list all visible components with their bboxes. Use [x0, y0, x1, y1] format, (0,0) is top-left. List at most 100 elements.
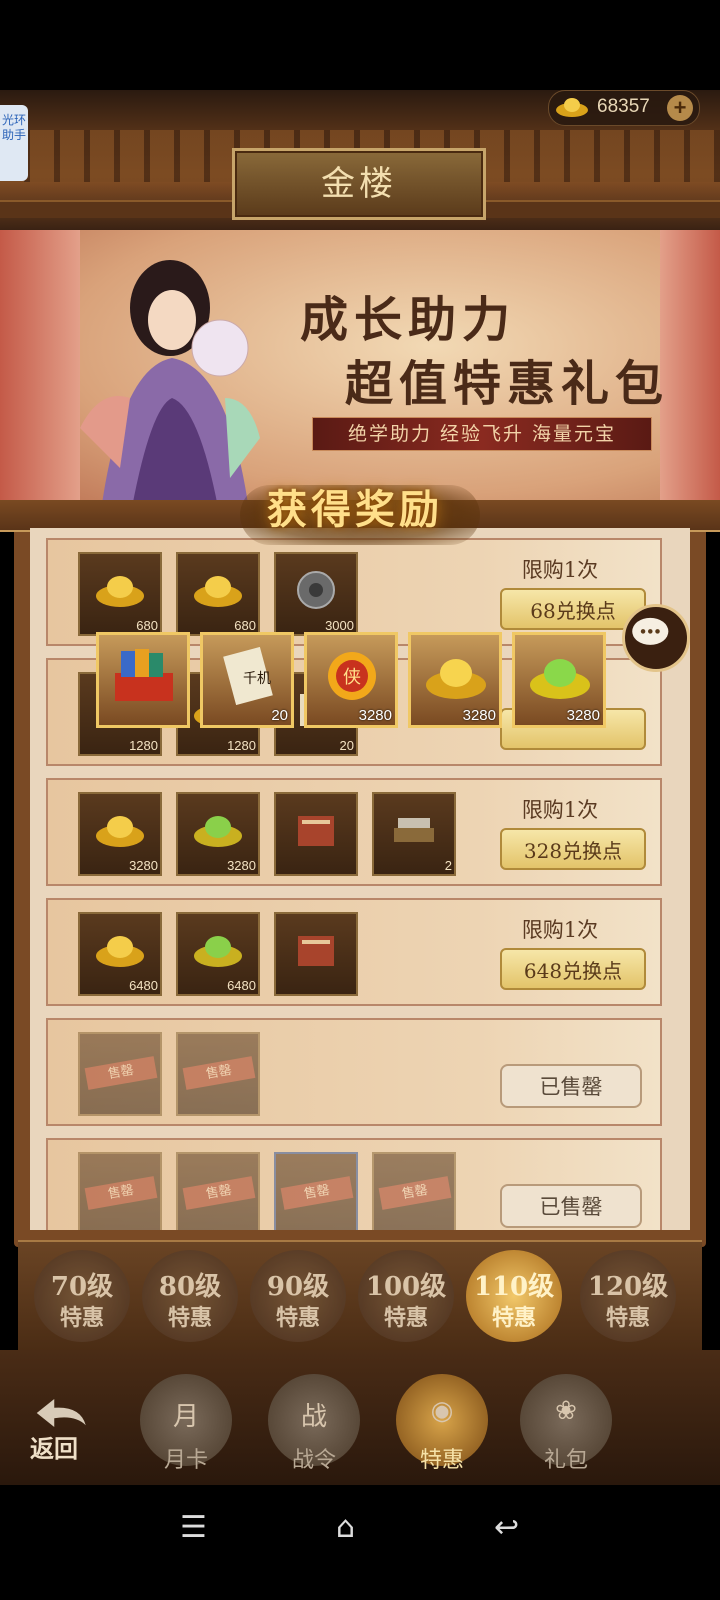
tier-level: 100级: [365, 1272, 447, 1302]
sold-out-button: 已售罄: [500, 1064, 642, 1108]
reward-item[interactable]: 千机 20: [200, 632, 294, 728]
item-slot[interactable]: 3000: [274, 552, 358, 636]
tier-tab-120[interactable]: 120级 特惠: [580, 1250, 676, 1342]
sold-out-tag: 售罄: [84, 1056, 158, 1090]
item-slot[interactable]: [274, 912, 358, 996]
tier-tab-80[interactable]: 80级 特惠: [142, 1250, 238, 1342]
title-plaque: 金楼: [232, 148, 486, 220]
tier-level: 120级: [587, 1272, 669, 1302]
nav-tab-special-offer[interactable]: ◉ 特惠: [396, 1374, 488, 1473]
currency-display: 68357 +: [548, 90, 700, 126]
reward-quantity: 3280: [462, 707, 496, 724]
sold-out-tag: 售罄: [182, 1176, 256, 1210]
exchange-button[interactable]: 328兑换点: [500, 828, 646, 870]
jade-ingot-icon: [194, 936, 242, 967]
banner-headline-1: 成长助力: [300, 292, 517, 348]
chat-bubble-button[interactable]: [622, 604, 690, 672]
svg-text:千机: 千机: [243, 671, 271, 687]
item-slot[interactable]: 680: [78, 552, 162, 636]
package-row: 6480 6480 限购1次 648兑换点: [46, 898, 662, 1006]
menu-icon[interactable]: ☰: [180, 1510, 207, 1545]
reward-quantity: 20: [271, 707, 288, 724]
nav-tab-label: 特惠: [419, 1448, 464, 1473]
banner-subtitle: 绝学助力 经验飞升 海量元宝: [312, 417, 652, 451]
reward-item[interactable]: [96, 632, 190, 728]
item-quantity: 2: [444, 858, 452, 873]
back-button[interactable]: 返回: [28, 1395, 108, 1465]
nav-tab-monthly-card[interactable]: 月 月卡: [140, 1374, 232, 1473]
character-illustration: [80, 260, 260, 518]
page-title: 金楼: [321, 164, 397, 204]
chat-icon: [632, 617, 669, 645]
back-arrow-icon: [36, 1399, 86, 1427]
sold-out-button: 已售罄: [500, 1184, 642, 1228]
gold-ingot-icon: [96, 936, 144, 967]
item-slot[interactable]: [274, 792, 358, 876]
purchase-limit: 限购1次: [521, 798, 599, 822]
tier-level: 90级: [266, 1272, 330, 1302]
tier-label: 特惠: [491, 1305, 536, 1331]
book-stack-icon: [298, 816, 334, 846]
item-slot[interactable]: 3280: [78, 792, 162, 876]
item-quantity: 3280: [227, 858, 256, 873]
item-slot[interactable]: 6480: [78, 912, 162, 996]
nav-tab-label: 月卡: [163, 1448, 208, 1473]
card-chest-icon: [115, 649, 173, 701]
tier-level: 110级: [473, 1272, 555, 1302]
reward-items-popup[interactable]: 千机 20 侠 3280 3280 3280: [96, 632, 616, 732]
tier-tab-90[interactable]: 90级 特惠: [250, 1250, 346, 1342]
reward-item[interactable]: 侠 3280: [304, 632, 398, 728]
purchase-limit: 限购1次: [521, 558, 599, 582]
back-label: 返回: [30, 1434, 78, 1463]
reward-quantity: 3280: [358, 707, 392, 724]
jade-ingot-icon: [530, 659, 590, 699]
item-slot[interactable]: 2: [372, 792, 456, 876]
home-icon[interactable]: ⌂: [336, 1510, 355, 1545]
item-slot[interactable]: 3280: [176, 792, 260, 876]
system-back-icon[interactable]: ↩: [494, 1510, 519, 1545]
add-currency-button[interactable]: +: [667, 95, 693, 121]
item-quantity: 3000: [325, 618, 354, 633]
item-quantity: 3280: [129, 858, 158, 873]
item-quantity: 6480: [129, 978, 158, 993]
item-slot: 售罄: [78, 1032, 162, 1116]
tier-tab-110[interactable]: 110级 特惠: [466, 1250, 562, 1342]
tier-label: 特惠: [383, 1305, 428, 1331]
bottom-nav: [0, 1350, 720, 1485]
item-slot: 售罄: [372, 1152, 456, 1230]
item-slot: 售罄: [176, 1032, 260, 1116]
tier-tab-100[interactable]: 100级 特惠: [358, 1250, 454, 1342]
package-row: 3280 3280 2 限购1次 328兑换点: [46, 778, 662, 886]
item-slot[interactable]: 680: [176, 552, 260, 636]
nav-tab-battle-pass[interactable]: 战 战令: [268, 1374, 360, 1473]
item-slot[interactable]: 6480: [176, 912, 260, 996]
item-quantity: 680: [234, 618, 256, 633]
gold-ingot-icon: [426, 659, 486, 699]
book-stack-icon: [298, 936, 334, 966]
reward-quantity: 3280: [566, 707, 600, 724]
item-slot: 售罄: [274, 1152, 358, 1230]
item-quantity: 680: [136, 618, 158, 633]
tier-label: 特惠: [59, 1305, 104, 1331]
nav-tab-gift-pack[interactable]: ❀ 礼包: [520, 1374, 612, 1473]
tier-tab-70[interactable]: 70级 特惠: [34, 1250, 130, 1342]
sold-out-tag: 售罄: [280, 1176, 354, 1210]
exchange-button[interactable]: 648兑换点: [500, 948, 646, 990]
package-row: 680 680 3000 限购1次 68兑换点: [46, 538, 662, 646]
item-slot: 售罄: [176, 1152, 260, 1230]
system-nav-bar: [0, 1485, 720, 1600]
status-bar-area: [0, 0, 720, 90]
sold-out-tag: 售罄: [378, 1176, 452, 1210]
item-slot: 售罄: [78, 1152, 162, 1230]
item-quantity: 20: [339, 738, 354, 753]
nav-tab-label: 礼包: [543, 1448, 588, 1473]
nav-tab-label: 战令: [291, 1448, 336, 1473]
helper-floating-tab[interactable]: 光环助手: [0, 105, 28, 181]
purchase-limit: 限购1次: [521, 918, 599, 942]
reward-item[interactable]: 3280: [512, 632, 606, 728]
reward-item[interactable]: 3280: [408, 632, 502, 728]
battle-pass-icon: 战: [300, 1402, 327, 1432]
sold-out-tag: 售罄: [182, 1056, 256, 1090]
tier-label: 特惠: [275, 1305, 320, 1331]
scroll-table-icon: [394, 818, 434, 842]
